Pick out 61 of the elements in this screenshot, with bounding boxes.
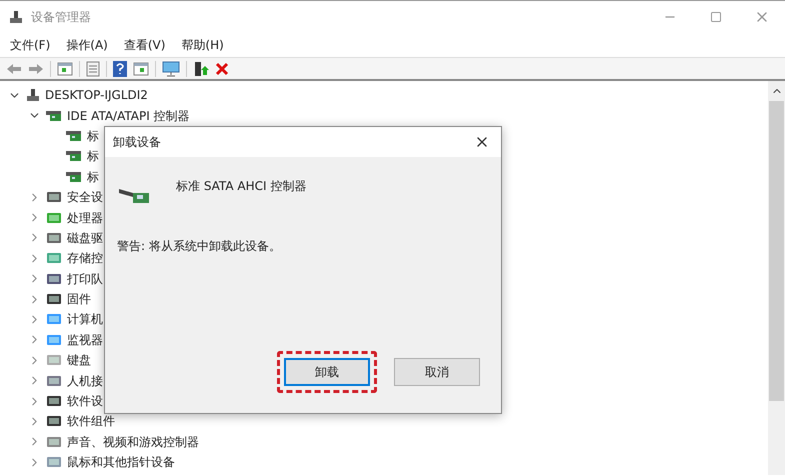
device-icon (46, 394, 62, 408)
tree-item[interactable]: 软件设 (67, 392, 103, 410)
device-icon (46, 190, 62, 204)
delete-icon[interactable] (215, 62, 229, 76)
update-driver-icon[interactable] (193, 60, 209, 76)
menu-item[interactable]: 查看(V) (124, 36, 166, 54)
console-tree-icon[interactable] (57, 62, 73, 76)
window-title: 设备管理器 (31, 9, 91, 26)
device-icon (46, 230, 62, 245)
device-icon (46, 455, 62, 470)
tree-item[interactable]: 打印队 (67, 270, 103, 288)
menu-item[interactable]: 操作(A) (66, 36, 108, 54)
tree-item[interactable]: 键盘 (67, 351, 91, 370)
device-icon (46, 292, 62, 306)
tree-item[interactable]: 安全设 (67, 188, 103, 206)
device-icon (46, 251, 62, 266)
controller-card-icon (66, 128, 82, 143)
scrollbar[interactable] (768, 81, 785, 475)
back-arrow-icon[interactable] (6, 62, 22, 74)
tree-item[interactable]: 标 (87, 147, 99, 166)
scroll-thumb[interactable] (769, 101, 784, 401)
monitor-icon[interactable] (162, 60, 180, 76)
controller-card-icon (66, 170, 82, 184)
tree-item[interactable]: 人机接 (67, 372, 103, 390)
dialog-button[interactable]: 取消 (394, 358, 480, 386)
tree-item[interactable]: 监视器 (67, 330, 103, 349)
maximize-icon (710, 11, 722, 23)
device-icon (46, 353, 62, 368)
device-name: 标准 SATA AHCI 控制器 (176, 178, 306, 195)
tree-item[interactable]: 存储控 (67, 249, 103, 268)
controller-card-icon (46, 108, 62, 123)
tree-item[interactable]: IDE ATA/ATAPI 控制器 (67, 106, 190, 125)
tree-item[interactable]: 标 (87, 168, 99, 186)
controller-card-icon (66, 149, 82, 164)
dialog-button[interactable]: 卸载 (284, 358, 370, 386)
device-icon (46, 272, 62, 286)
device-icon (46, 210, 62, 225)
menu-item[interactable]: 文件(F) (10, 36, 50, 54)
tree-item[interactable]: 磁盘驱 (67, 228, 103, 247)
device-icon (46, 312, 62, 326)
tree-item[interactable]: 声音、视频和游戏控制器 (67, 432, 199, 451)
device-icon (46, 374, 62, 388)
forward-arrow-icon[interactable] (28, 62, 44, 74)
dialog-title: 卸载设备 (113, 134, 161, 151)
tree-item[interactable]: 软件组件 (67, 412, 115, 430)
device-icon (46, 434, 62, 449)
warning-text: 警告: 将从系统中卸载此设备。 (117, 238, 282, 255)
help-icon[interactable] (113, 60, 127, 76)
tree-item[interactable]: 处理器 (67, 208, 103, 227)
device-icon (46, 332, 62, 347)
tree-item[interactable]: 标 (87, 126, 99, 145)
tree-item[interactable]: 固件 (67, 290, 91, 308)
device-icon (46, 414, 62, 428)
tree-item[interactable]: DESKTOP-IJGLDI2 (45, 86, 148, 104)
tree-item[interactable]: 鼠标和其他指针设备 (67, 453, 175, 472)
app-icon (9, 10, 23, 24)
computer-icon (26, 88, 40, 102)
action-pane-icon[interactable] (133, 62, 149, 76)
menu-item[interactable]: 帮助(H) (181, 36, 224, 54)
tree-item[interactable]: 计算机 (67, 310, 103, 328)
properties-icon[interactable] (86, 60, 100, 76)
